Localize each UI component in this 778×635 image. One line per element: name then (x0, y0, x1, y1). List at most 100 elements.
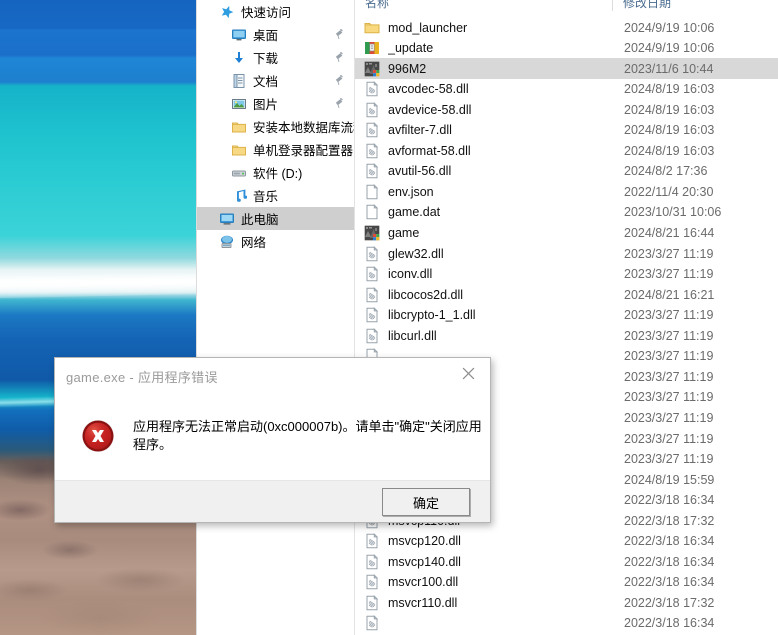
file-date-cell: 2024/8/21 16:44 (624, 226, 715, 240)
dll-icon (364, 266, 380, 282)
file-date-cell: 2023/3/27 11:19 (624, 349, 714, 364)
file-date-cell: 2024/8/19 16:03 (624, 82, 715, 97)
dll-icon (364, 81, 380, 97)
folder-icon (231, 142, 247, 158)
sidebar-item-10[interactable]: 网络 (197, 230, 354, 253)
ok-button[interactable]: 确定 (382, 488, 470, 516)
sidebar-item-2[interactable]: 下载 (197, 46, 354, 69)
sidebar-item-9[interactable]: 此电脑 (197, 207, 354, 230)
sidebar-item-label: 快速访问 (241, 6, 292, 20)
table-row[interactable]: mod_launcher 2024/9/19 10:06 (355, 17, 778, 38)
folder-icon (231, 119, 247, 135)
file-date-cell: 2024/8/19 16:03 (624, 102, 715, 117)
dialog-message: 应用程序无法正常启动(0xc000007b)。请单击"确定"关闭应用程序。 (133, 418, 482, 452)
table-row[interactable]: game 2024/8/21 16:44 (355, 223, 778, 244)
file-date-cell: 2022/3/18 16:34 (624, 534, 715, 549)
sidebar-item-8[interactable]: 音乐 (197, 184, 354, 207)
file-explorer-window: 快速访问桌面下载文档图片安装本地数据库流程单机登录器配置器软件 (D:) 音乐此电… (196, 0, 778, 635)
table-row[interactable]: msvcr110.dll 2022/3/18 17:32 (355, 592, 778, 613)
table-row[interactable]: msvcp120.dll 2022/3/18 16:34 (355, 531, 778, 552)
pin-icon[interactable] (334, 28, 344, 40)
pictures-icon (231, 96, 247, 112)
dialog-footer: 确定 (55, 480, 490, 522)
file-date-cell: 2023/3/27 11:19 (624, 328, 714, 343)
file-name-cell: 996M2 (388, 61, 427, 76)
file-date-cell: 2023/3/27 11:19 (624, 452, 714, 467)
file-date-cell: 2023/3/27 11:19 (624, 308, 714, 323)
pin-icon[interactable] (334, 74, 344, 86)
table-row[interactable]: game.dat 2023/10/31 10:06 (355, 202, 778, 223)
close-glyph (462, 367, 474, 379)
dialog-title-bar[interactable]: game.exe - 应用程序错误 (55, 358, 490, 392)
error-circle-glyph (82, 420, 114, 452)
dll-icon (364, 307, 380, 323)
table-row[interactable]: msvcr100.dll 2022/3/18 16:34 (355, 572, 778, 593)
star-icon (219, 4, 235, 20)
table-row[interactable]: avformat-58.dll 2024/8/19 16:03 (355, 140, 778, 161)
table-row[interactable]: avutil-56.dll 2024/8/2 17:36 (355, 161, 778, 182)
sidebar-item-label: 下载 (253, 52, 279, 66)
file-name-cell: msvcr110.dll (388, 595, 458, 610)
file-date-cell: 2024/9/19 10:06 (624, 41, 715, 56)
file-name-cell: msvcp120.dll (388, 534, 461, 549)
pin-icon[interactable] (334, 97, 344, 109)
file-name-cell: _update (388, 41, 434, 56)
sidebar-item-label: 音乐 (253, 190, 279, 204)
file-list-pane[interactable]: 名称 修改日期 mod_launcher 2024/9/19 10:06 _upda… (355, 0, 778, 635)
table-row[interactable]: 2022/3/18 16:34 (355, 613, 778, 634)
table-row[interactable]: libcocos2d.dll 2024/8/21 16:21 (355, 284, 778, 305)
table-row[interactable]: libcurl.dll 2023/3/27 11:19 (355, 325, 778, 346)
dll-icon (364, 245, 380, 262)
file-date-cell: 2024/9/19 10:06 (624, 20, 715, 35)
archive-icon (364, 40, 380, 56)
file-date-cell: 2022/3/18 16:34 (624, 616, 715, 631)
file-date-cell: 2023/3/27 11:19 (624, 410, 714, 425)
sidebar-item-3[interactable]: 文档 (197, 69, 354, 92)
file-name-cell: iconv.dll (388, 267, 433, 282)
table-row[interactable]: avfilter-7.dll 2024/8/19 16:03 (355, 120, 778, 141)
close-icon[interactable] (446, 358, 490, 388)
table-row[interactable]: avcodec-58.dll 2024/8/19 16:03 (355, 79, 778, 100)
navigation-pane[interactable]: 快速访问桌面下载文档图片安装本地数据库流程单机登录器配置器软件 (D:) 音乐此电… (197, 0, 355, 635)
dll-icon (364, 327, 380, 344)
sidebar-item-label: 安装本地数据库流程 (253, 121, 354, 135)
file-date-cell: 2023/3/27 11:19 (624, 267, 714, 282)
file-icon (364, 204, 380, 220)
table-row[interactable]: _update 2024/9/19 10:06 (355, 38, 778, 59)
table-row[interactable]: avdevice-58.dll 2024/8/19 16:03 (355, 99, 778, 120)
music-icon (231, 188, 248, 204)
sidebar-item-6[interactable]: 单机登录器配置器 (197, 138, 354, 161)
dll-icon (364, 533, 380, 549)
file-date-cell: 2022/3/18 17:32 (624, 513, 715, 528)
file-name-cell: libcocos2d.dll (388, 287, 464, 302)
pin-icon[interactable] (334, 51, 344, 63)
sidebar-item-5[interactable]: 安装本地数据库流程 (197, 115, 354, 138)
sidebar-item-label: 文档 (253, 75, 279, 89)
file-date-cell: 2023/3/27 11:19 (624, 246, 714, 261)
table-row[interactable]: 996M2 2023/11/6 10:44 (355, 58, 778, 80)
table-row[interactable]: env.json 2022/11/4 20:30 (355, 181, 778, 202)
file-name-cell: avformat-58.dll (388, 143, 471, 158)
sidebar-item-label: 网络 (241, 236, 267, 250)
column-divider[interactable] (612, 0, 613, 11)
file-date-cell: 2022/11/4 20:30 (624, 184, 714, 199)
folder-icon (364, 20, 380, 36)
table-row[interactable]: libcrypto-1_1.dll 2023/3/27 11:19 (355, 305, 778, 326)
sidebar-item-4[interactable]: 图片 (197, 92, 354, 115)
sidebar-item-0[interactable]: 快速访问 (197, 0, 354, 23)
table-row[interactable]: msvcp140.dll 2022/3/18 16:34 (355, 551, 778, 572)
file-name-cell: glew32.dll (388, 246, 444, 261)
file-name-cell: env.json (388, 184, 434, 199)
file-date-cell: 2022/3/18 16:34 (624, 493, 715, 508)
sidebar-item-7[interactable]: 软件 (D:) (197, 161, 354, 184)
this-pc-icon (219, 211, 235, 227)
file-date-cell: 2024/8/21 16:21 (624, 287, 715, 302)
sidebar-item-1[interactable]: 桌面 (197, 23, 354, 46)
column-header-name[interactable]: 名称 (365, 0, 389, 11)
table-row[interactable]: iconv.dll 2023/3/27 11:19 (355, 264, 778, 285)
column-header-date-modified[interactable]: 修改日期 (623, 0, 671, 11)
downloads-icon (231, 50, 247, 66)
table-row[interactable]: glew32.dll 2023/3/27 11:19 (355, 243, 778, 264)
file-date-cell: 2023/10/31 10:06 (624, 205, 722, 220)
file-date-cell: 2022/3/18 16:34 (624, 554, 715, 569)
